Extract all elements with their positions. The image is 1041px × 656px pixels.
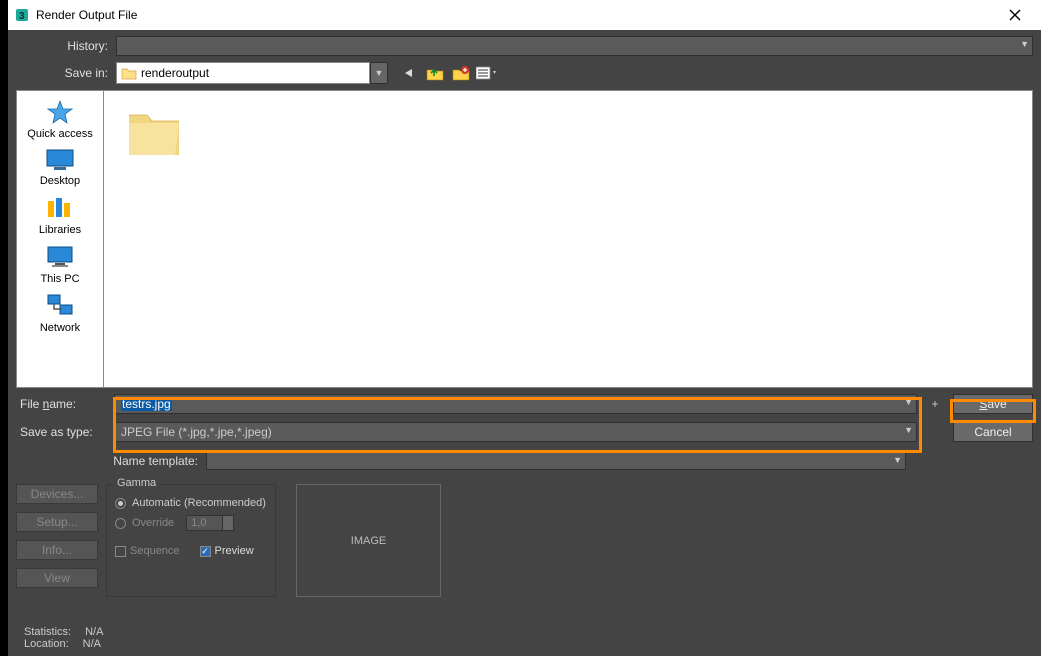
place-label: This PC xyxy=(40,273,79,285)
places-bar: Quick access Desktop Libraries This PC N… xyxy=(16,90,104,388)
preview-checkbox[interactable]: ✓ Preview xyxy=(200,545,254,557)
preview-label: Preview xyxy=(215,545,254,557)
savetype-value: JPEG File (*.jpg,*.jpe,*.jpeg) xyxy=(121,425,272,439)
filename-value: testrs.jpg xyxy=(121,397,172,411)
sequence-label: Sequence xyxy=(130,545,180,557)
place-label: Desktop xyxy=(40,175,80,187)
bottom-fields: File name: testrs.jpg ▼ + Save Save as t… xyxy=(16,390,1033,446)
folder-icon xyxy=(121,66,137,80)
folder-large-icon xyxy=(123,101,185,163)
gamma-automatic-label: Automatic (Recommended) xyxy=(132,497,266,509)
history-label: History: xyxy=(16,39,116,53)
place-label: Network xyxy=(40,322,80,334)
gamma-override-label: Override xyxy=(132,517,174,529)
desktop-icon xyxy=(45,148,75,172)
name-template-combo[interactable]: ▼ xyxy=(206,452,906,470)
checkbox-on-icon: ✓ xyxy=(200,546,211,557)
filename-label: File name: xyxy=(16,397,114,411)
savetype-combo[interactable]: JPEG File (*.jpg,*.jpe,*.jpeg) ▼ xyxy=(114,422,917,442)
gamma-automatic-radio[interactable]: Automatic (Recommended) xyxy=(115,497,267,509)
history-combo[interactable]: ▼ xyxy=(116,36,1033,56)
nav-icons xyxy=(398,62,498,84)
name-template-row: Name template: ▼ xyxy=(16,452,1033,470)
network-icon xyxy=(45,293,75,319)
place-label: Libraries xyxy=(39,224,81,236)
place-this-pc[interactable]: This PC xyxy=(40,244,79,285)
name-template-label: Name template: xyxy=(16,454,206,468)
savetype-row: Save as type: JPEG File (*.jpg,*.jpe,*.j… xyxy=(16,418,1033,446)
radio-on-icon xyxy=(115,498,126,509)
history-row: History: ▼ xyxy=(16,36,1033,56)
window-title: Render Output File xyxy=(36,8,995,22)
titlebar: 3 Render Output File xyxy=(8,0,1041,30)
sequence-checkbox[interactable]: Sequence xyxy=(115,545,180,557)
savein-dropdown-button[interactable]: ▼ xyxy=(370,62,388,84)
statistics-footer: Statistics: N/A Location: N/A xyxy=(24,626,103,650)
chevron-down-icon: ▼ xyxy=(904,425,913,435)
save-button[interactable]: Save xyxy=(953,394,1033,414)
chevron-down-icon: ▼ xyxy=(904,397,913,407)
devices-button[interactable]: Devices... xyxy=(16,484,98,504)
main-area: Quick access Desktop Libraries This PC N… xyxy=(16,90,1033,388)
image-preview-box: IMAGE xyxy=(296,484,441,597)
place-network[interactable]: Network xyxy=(40,293,80,334)
view-menu-button[interactable] xyxy=(476,62,498,84)
info-button[interactable]: Info... xyxy=(16,540,98,560)
file-pane[interactable] xyxy=(104,90,1033,388)
app-icon: 3 xyxy=(14,7,30,23)
location-label: Location: xyxy=(24,638,69,650)
gamma-override-radio[interactable]: Override 1,0 xyxy=(115,515,267,531)
gamma-legend: Gamma xyxy=(113,477,160,489)
close-button[interactable] xyxy=(995,0,1035,30)
folder-item[interactable] xyxy=(114,101,194,163)
statistics-value: N/A xyxy=(85,626,103,638)
radio-off-icon xyxy=(115,518,126,529)
chevron-down-icon: ▼ xyxy=(1020,39,1029,49)
pc-icon xyxy=(45,244,75,270)
place-quick-access[interactable]: Quick access xyxy=(27,99,92,140)
savein-value: renderoutput xyxy=(141,66,209,80)
dialog-window: 3 Render Output File History: ▼ Save in:… xyxy=(8,0,1041,656)
place-libraries[interactable]: Libraries xyxy=(39,195,81,236)
location-value: N/A xyxy=(83,638,101,650)
view-button[interactable]: View xyxy=(16,568,98,588)
plus-button[interactable]: + xyxy=(925,394,945,414)
new-folder-button[interactable] xyxy=(450,62,472,84)
savein-row: Save in: renderoutput ▼ xyxy=(16,62,1033,84)
savetype-label: Save as type: xyxy=(16,425,114,439)
up-button[interactable] xyxy=(424,62,446,84)
place-desktop[interactable]: Desktop xyxy=(40,148,80,187)
savein-label: Save in: xyxy=(16,66,116,80)
left-buttons: Devices... Setup... Info... View xyxy=(16,484,98,597)
filename-row: File name: testrs.jpg ▼ + Save xyxy=(16,390,1033,418)
checkbox-off-icon xyxy=(115,546,126,557)
setup-button[interactable]: Setup... xyxy=(16,512,98,532)
savein-combo[interactable]: renderoutput xyxy=(116,62,370,84)
svg-text:3: 3 xyxy=(19,11,25,22)
cancel-button[interactable]: Cancel xyxy=(953,422,1033,442)
statistics-label: Statistics: xyxy=(24,626,71,638)
lower-section: Devices... Setup... Info... View Gamma A… xyxy=(16,484,1033,597)
back-button[interactable] xyxy=(398,62,420,84)
dialog-body: History: ▼ Save in: renderoutput ▼ xyxy=(8,30,1041,603)
gamma-group: Gamma Automatic (Recommended) Override 1… xyxy=(106,484,276,597)
libraries-icon xyxy=(45,195,75,221)
star-icon xyxy=(46,99,74,125)
gamma-override-spinner[interactable]: 1,0 xyxy=(186,515,234,531)
filename-input[interactable]: testrs.jpg ▼ xyxy=(114,394,917,414)
checkbox-row: Sequence ✓ Preview xyxy=(115,545,267,557)
chevron-down-icon: ▼ xyxy=(893,455,902,465)
place-label: Quick access xyxy=(27,128,92,140)
